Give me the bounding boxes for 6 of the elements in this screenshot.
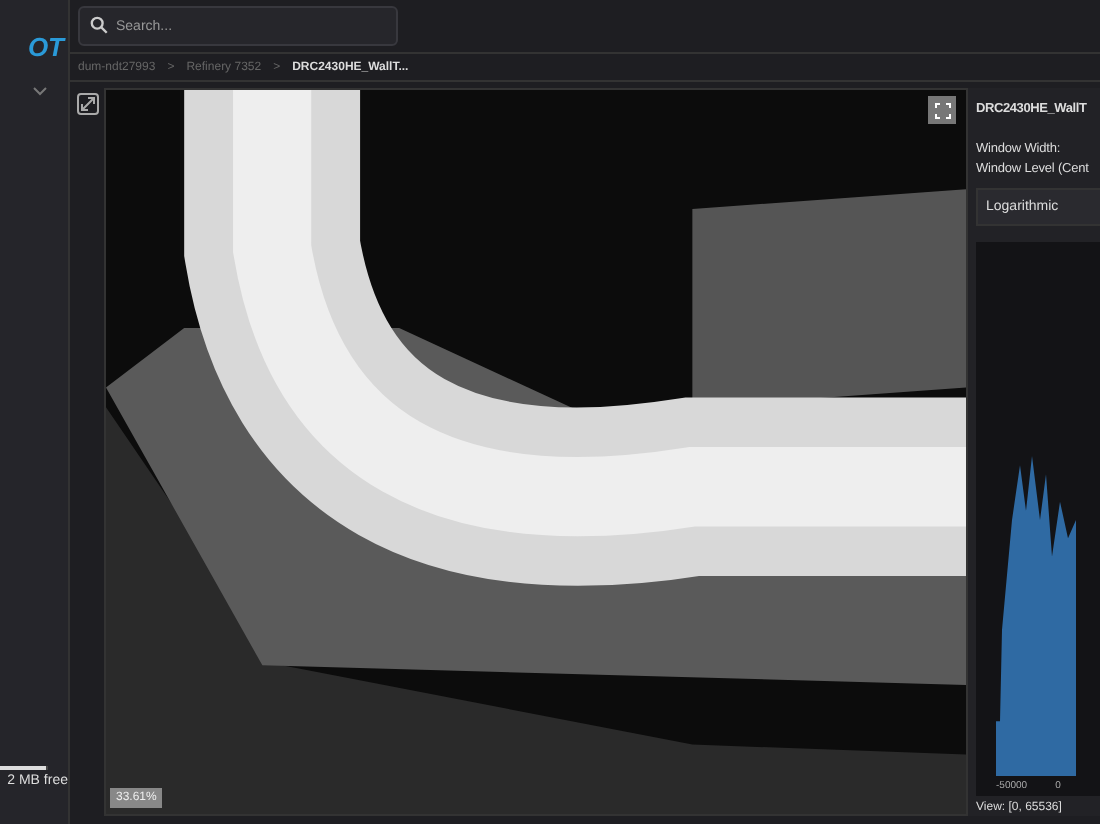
logo: OT <box>27 32 64 62</box>
search-icon <box>90 16 108 34</box>
fullscreen-button[interactable] <box>928 96 956 124</box>
fit-image-icon[interactable] <box>75 92 99 116</box>
expand-icon <box>933 101 951 119</box>
chevron-down-icon[interactable] <box>32 86 48 96</box>
